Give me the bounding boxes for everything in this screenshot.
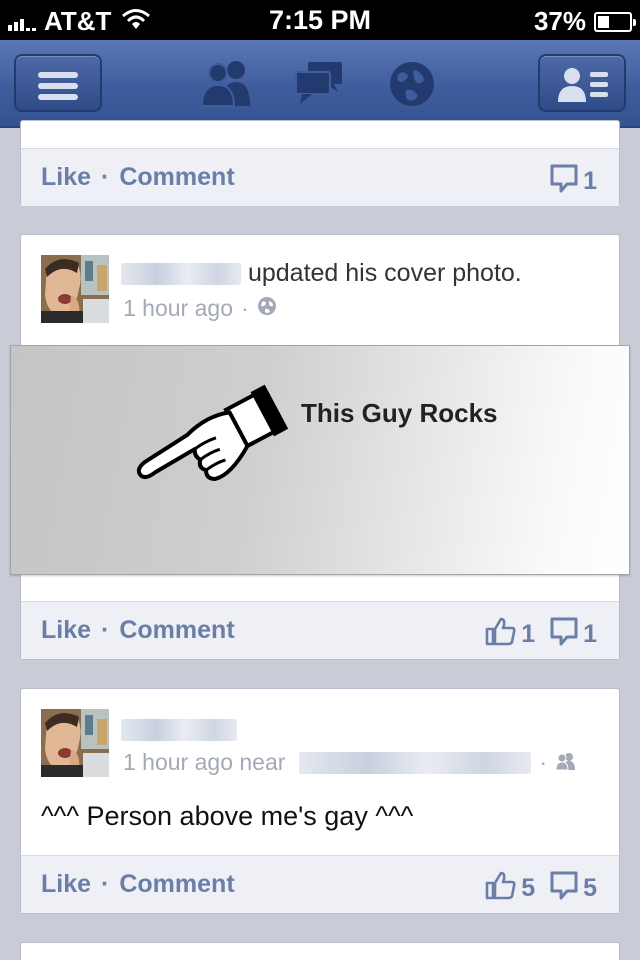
battery-percent: 37%: [533, 6, 586, 36]
avatar[interactable]: [41, 709, 109, 777]
comment-count[interactable]: 1: [583, 167, 597, 196]
post-action-bar: Like · Comment 5 5: [21, 855, 619, 913]
post-action-bar: Like · Comment 1 1: [21, 601, 619, 659]
like-count[interactable]: 5: [521, 874, 535, 903]
cover-text: This Guy Rocks: [301, 398, 498, 428]
thumbs-up-icon[interactable]: [485, 616, 517, 653]
like-button[interactable]: Like: [41, 163, 91, 191]
post-headline: updated his cover photo.: [121, 259, 522, 288]
post-meta: 1 hour ago ·: [123, 295, 277, 322]
comment-count-icon[interactable]: [549, 870, 579, 907]
comment-count-icon[interactable]: [549, 616, 579, 653]
globe-icon[interactable]: [388, 60, 436, 113]
friend-requests-icon[interactable]: [198, 58, 256, 113]
feed-post: 1 hour ago near · ^^^ Person above me's …: [20, 688, 620, 914]
feed-post: Like · Comment 1: [20, 120, 620, 206]
headline-action: updated his cover photo.: [247, 259, 522, 287]
nav-bar: [0, 40, 640, 128]
meta-separator: ·: [240, 295, 249, 321]
pointing-hand-icon: [136, 384, 289, 481]
post-meta: 1 hour ago near ·: [123, 749, 577, 776]
comment-count[interactable]: 5: [583, 874, 597, 903]
post-headline: [121, 715, 237, 744]
comment-count-icon[interactable]: [549, 163, 579, 200]
blurred-author-name[interactable]: [121, 719, 237, 742]
action-separator: ·: [101, 163, 110, 191]
comment-button[interactable]: Comment: [119, 870, 234, 898]
like-count[interactable]: 1: [521, 620, 535, 649]
meta-separator: ·: [539, 749, 548, 775]
post-action-bar: Like · Comment 1: [21, 148, 619, 206]
post-timestamp[interactable]: 1 hour ago near: [123, 749, 285, 776]
action-separator: ·: [101, 870, 110, 898]
feed-post: [20, 942, 620, 960]
blurred-author-name[interactable]: [121, 263, 241, 286]
post-timestamp[interactable]: 1 hour ago: [123, 295, 233, 322]
like-button[interactable]: Like: [41, 616, 91, 644]
comment-button[interactable]: Comment: [119, 163, 234, 191]
blurred-location[interactable]: [299, 751, 532, 774]
post-text: ^^^ Person above me's gay ^^^: [41, 801, 414, 831]
action-separator: ·: [101, 616, 110, 644]
globe-icon: [257, 295, 277, 322]
comment-button[interactable]: Comment: [119, 616, 234, 644]
thumbs-up-icon[interactable]: [485, 870, 517, 907]
like-button[interactable]: Like: [41, 870, 91, 898]
menu-button[interactable]: [14, 54, 102, 112]
messages-icon[interactable]: [294, 58, 346, 113]
contacts-icon: [558, 66, 610, 109]
comment-count[interactable]: 1: [583, 620, 597, 649]
friends-icon: [555, 749, 577, 776]
menu-icon: [38, 72, 78, 105]
cover-photo[interactable]: This Guy Rocks: [10, 345, 630, 575]
status-bar: AT&T 7:15 PM 37%: [0, 0, 640, 40]
avatar[interactable]: [41, 255, 109, 323]
battery-status: 37%: [533, 6, 636, 37]
contacts-button[interactable]: [538, 54, 626, 112]
battery-icon: [594, 11, 636, 32]
